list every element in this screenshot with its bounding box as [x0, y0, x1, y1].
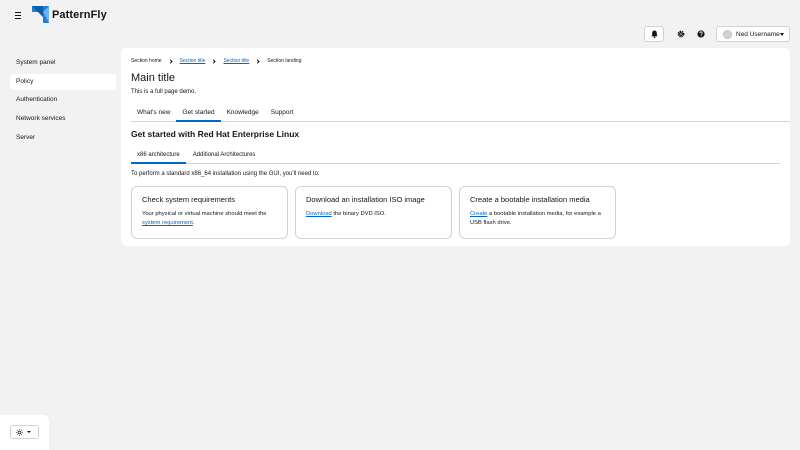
chevron-right-icon [255, 58, 260, 64]
card-check-requirements: Check system requirements Your physical … [131, 186, 288, 239]
step-cards: Check system requirements Your physical … [131, 186, 616, 239]
card-title: Create a bootable installation media [470, 195, 590, 204]
gear-icon [677, 30, 685, 38]
user-dropdown[interactable]: Ned Username [716, 26, 790, 42]
patternfly-logo-icon [32, 6, 49, 23]
card-create-media: Create a bootable installation media Cre… [459, 186, 616, 239]
download-link[interactable]: Download [306, 211, 332, 217]
card-title: Download an installation ISO image [306, 195, 425, 204]
sidebar-item-server[interactable]: Server [10, 130, 116, 146]
masthead-tools: Ned Username [644, 26, 790, 42]
avatar [723, 29, 732, 39]
theme-toggle[interactable] [10, 425, 39, 439]
sidebar-item-network-services[interactable]: Network services [10, 111, 116, 127]
tab-x86-architecture[interactable]: x86 architecture [131, 148, 186, 164]
help-button[interactable] [691, 26, 711, 42]
page-tabs: What's new Get started Knowledge Support [131, 105, 790, 122]
card-text: a bootable installation media, for examp… [470, 211, 601, 226]
architecture-tabs: x86 architecture Additional Architecture… [131, 148, 780, 164]
sidebar-nav: System panel Policy Authentication Netwo… [10, 55, 116, 148]
tab-additional-architectures[interactable]: Additional Architectures [187, 148, 262, 164]
chevron-down-icon [779, 32, 784, 36]
card-body: Download the binary DVD ISO. [306, 210, 441, 219]
sidebar-item-policy[interactable]: Policy [10, 73, 116, 90]
chevron-down-icon [27, 431, 31, 433]
hamburger-icon[interactable] [12, 9, 24, 21]
system-requirement-link[interactable]: system requirement [142, 220, 193, 226]
tab-support[interactable]: Support [265, 105, 300, 122]
card-text: the binary DVD ISO. [331, 211, 386, 217]
breadcrumb-link-2[interactable]: Section title [223, 58, 249, 64]
breadcrumb-link-1[interactable]: Section title [180, 58, 206, 64]
masthead: PatternFly Ned Username [0, 0, 800, 48]
user-name: Ned Username [736, 30, 780, 38]
breadcrumb: Section home Section title Section title… [131, 57, 302, 65]
card-text: . [192, 220, 195, 226]
brand-name: PatternFly [52, 8, 107, 21]
sun-icon [16, 428, 23, 436]
sidebar-item-authentication[interactable]: Authentication [10, 92, 116, 108]
intro-text: To perform a standard x86_64 installatio… [131, 171, 320, 177]
card-body: Create a bootable installation media, fo… [470, 210, 605, 228]
page-title: Main title [131, 72, 176, 84]
sidebar-footer [0, 415, 49, 450]
breadcrumb-current: Section landing [267, 58, 302, 64]
create-link[interactable]: Create [470, 211, 487, 217]
notifications-button[interactable] [644, 26, 664, 42]
main-content: Section home Section title Section title… [121, 48, 790, 246]
page-subtitle: This is a full page demo. [131, 89, 197, 95]
card-body: Your physical or virtual machine should … [142, 210, 277, 228]
brand-logo[interactable]: PatternFly [32, 6, 107, 23]
bell-icon [650, 30, 658, 38]
tab-knowledge[interactable]: Knowledge [221, 105, 265, 122]
card-text: Your physical or virtual machine should … [142, 211, 267, 217]
section-title: Get started with Red Hat Enterprise Linu… [131, 129, 300, 139]
tab-get-started[interactable]: Get started [176, 105, 221, 122]
settings-button[interactable] [671, 26, 691, 42]
card-title: Check system requirements [142, 195, 235, 204]
card-download-iso: Download an installation ISO image Downl… [295, 186, 452, 239]
help-icon [697, 30, 705, 38]
chevron-right-icon [167, 58, 173, 64]
chevron-right-icon [211, 58, 217, 64]
sidebar-item-system-panel[interactable]: System panel [10, 55, 116, 71]
tab-whats-new[interactable]: What's new [131, 105, 176, 122]
breadcrumb-item-home[interactable]: Section home [131, 58, 162, 64]
